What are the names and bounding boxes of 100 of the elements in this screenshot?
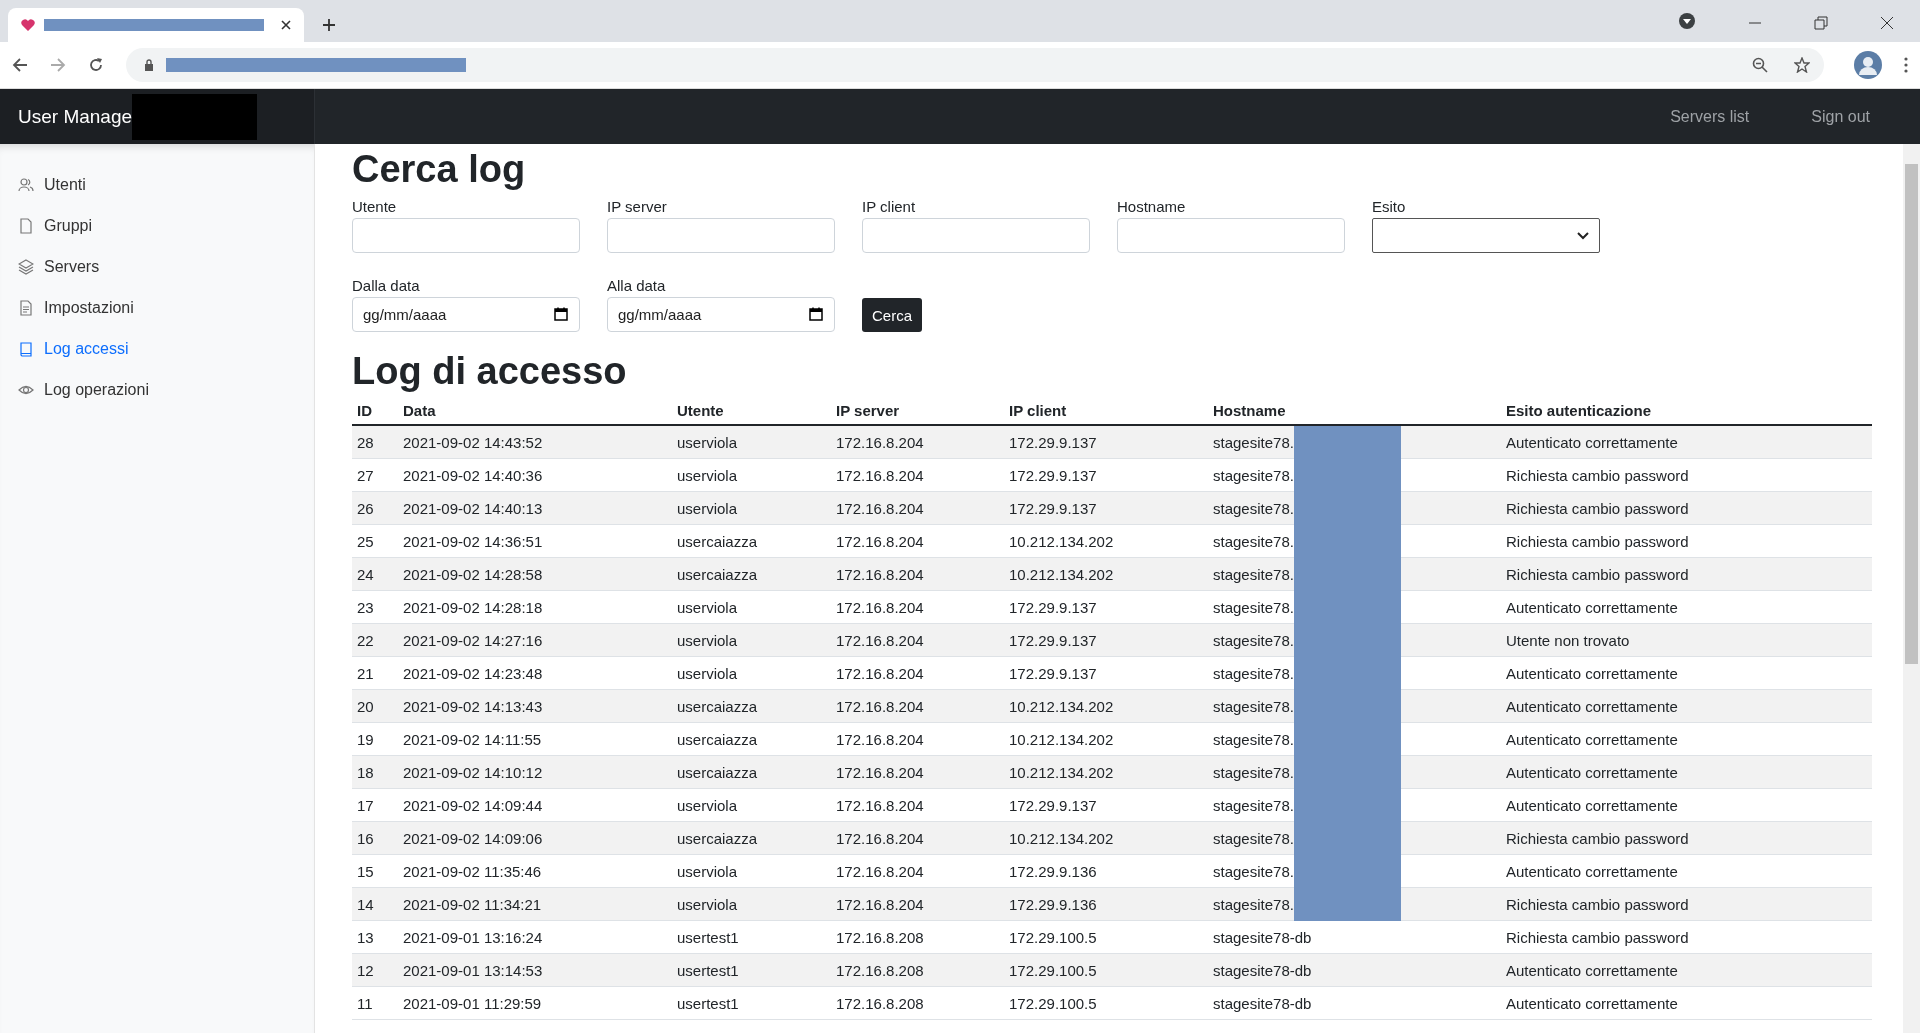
table-cell: 172.16.8.204 bbox=[831, 524, 1004, 558]
table-cell: 172.29.9.137 bbox=[1004, 425, 1208, 459]
table-cell: 2021-09-01 13:16:24 bbox=[398, 920, 672, 954]
input-field[interactable] bbox=[607, 218, 835, 253]
table-cell: 172.29.100.5 bbox=[1004, 953, 1208, 987]
table-cell-text: stagesite78. bbox=[1212, 796, 1294, 814]
table-cell: 10.212.134.202 bbox=[1004, 524, 1208, 558]
table-cell: Autenticato correttamente bbox=[1501, 953, 1872, 987]
table-cell: usertest1 bbox=[672, 953, 831, 987]
nav-link[interactable]: Servers list bbox=[1670, 107, 1750, 126]
input-field[interactable] bbox=[1117, 218, 1345, 253]
scrollbar[interactable] bbox=[1903, 144, 1920, 1033]
table-cell: 10.212.134.202 bbox=[1004, 821, 1208, 855]
table-cell: 2021-09-02 14:09:44 bbox=[398, 788, 672, 822]
close-icon[interactable] bbox=[1880, 16, 1894, 30]
table-cell: 22 bbox=[352, 623, 398, 657]
table-cell: usercaiazza bbox=[672, 524, 831, 558]
sidebar-item[interactable]: Log accessi bbox=[0, 328, 314, 369]
nav-link[interactable]: Sign out bbox=[1811, 107, 1870, 126]
back-icon[interactable] bbox=[12, 57, 28, 73]
sidebar-item[interactable]: Utenti bbox=[0, 164, 314, 205]
table-cell: 172.16.8.204 bbox=[831, 425, 1004, 459]
table-cell: Autenticato correttamente bbox=[1501, 425, 1872, 459]
table-cell: 28 bbox=[352, 425, 398, 459]
table-cell: 23 bbox=[352, 590, 398, 624]
table-cell: 2021-09-02 14:28:58 bbox=[398, 557, 672, 591]
file-text-icon bbox=[18, 299, 34, 316]
table-cell: 172.29.100.5 bbox=[1004, 986, 1208, 1020]
table-cell: 2021-09-01 11:29:59 bbox=[398, 986, 672, 1020]
restore-icon[interactable] bbox=[1814, 16, 1828, 30]
table-cell: 10.212.134.202 bbox=[1004, 755, 1208, 789]
table-cell: userviola bbox=[672, 425, 831, 459]
table-cell: 13 bbox=[352, 920, 398, 954]
table-cell-text: stagesite78. bbox=[1212, 730, 1294, 748]
table-cell: 172.29.9.137 bbox=[1004, 590, 1208, 624]
table-cell: userviola bbox=[672, 887, 831, 921]
table-cell: 2021-09-02 11:35:46 bbox=[398, 854, 672, 888]
field-label: Esito bbox=[1372, 198, 1407, 215]
table-cell: 172.29.9.137 bbox=[1004, 458, 1208, 492]
date-field[interactable]: gg/mm/aaaa bbox=[607, 297, 835, 332]
calendar-icon[interactable] bbox=[554, 307, 568, 321]
app-brand[interactable]: User Manage bbox=[18, 105, 133, 128]
table-cell: 172.16.8.204 bbox=[831, 788, 1004, 822]
close-icon[interactable] bbox=[280, 19, 292, 31]
reload-icon[interactable] bbox=[88, 57, 104, 73]
input-field[interactable] bbox=[862, 218, 1090, 253]
table-cell: usercaiazza bbox=[672, 689, 831, 723]
table-cell: usercaiazza bbox=[672, 557, 831, 591]
sidebar-item[interactable]: Impostazioni bbox=[0, 287, 314, 328]
table-cell: 25 bbox=[352, 524, 398, 558]
table-cell-text: stagesite78. bbox=[1212, 433, 1294, 451]
table-cell: 2021-09-02 14:11:55 bbox=[398, 722, 672, 756]
dropdown-icon[interactable] bbox=[1678, 12, 1696, 30]
calendar-icon[interactable] bbox=[809, 307, 823, 321]
table-cell: userviola bbox=[672, 656, 831, 690]
kebab-menu-icon[interactable] bbox=[1904, 57, 1908, 73]
star-icon[interactable] bbox=[1794, 57, 1810, 73]
table-cell: Richiesta cambio password bbox=[1501, 557, 1872, 591]
table-cell: 16 bbox=[352, 821, 398, 855]
table-cell: Autenticato correttamente bbox=[1501, 689, 1872, 723]
table-cell: 172.29.100.5 bbox=[1004, 920, 1208, 954]
table-cell: 14 bbox=[352, 887, 398, 921]
table-cell-text: stagesite78-db bbox=[1212, 928, 1312, 946]
table-cell: 21 bbox=[352, 656, 398, 690]
table-cell: 26 bbox=[352, 491, 398, 525]
table-cell: 15 bbox=[352, 854, 398, 888]
heart-icon bbox=[20, 17, 36, 33]
field-label: Dalla data bbox=[352, 277, 421, 294]
address-bar[interactable] bbox=[126, 48, 1824, 82]
table-cell: 172.29.9.137 bbox=[1004, 788, 1208, 822]
table-cell: 18 bbox=[352, 755, 398, 789]
book-icon bbox=[18, 340, 34, 357]
date-field[interactable]: gg/mm/aaaa bbox=[352, 297, 580, 332]
input-field[interactable] bbox=[352, 218, 580, 253]
table-cell: 10.212.134.202 bbox=[1004, 689, 1208, 723]
table-cell: 24 bbox=[352, 557, 398, 591]
table-cell-text: stagesite78. bbox=[1212, 466, 1294, 484]
table-cell: 172.16.8.204 bbox=[831, 458, 1004, 492]
sidebar-item[interactable]: Log operazioni bbox=[0, 369, 314, 410]
plus-icon[interactable] bbox=[322, 18, 336, 32]
table-cell: userviola bbox=[672, 788, 831, 822]
zoom-out-icon[interactable] bbox=[1752, 57, 1768, 73]
table-cell: 2021-09-02 14:23:48 bbox=[398, 656, 672, 690]
section-title: Log di accesso bbox=[352, 349, 628, 390]
search-button[interactable]: Cerca bbox=[862, 298, 922, 332]
sidebar-item[interactable]: Servers bbox=[0, 246, 314, 287]
table-cell: 172.16.8.204 bbox=[831, 722, 1004, 756]
avatar-icon[interactable] bbox=[1854, 51, 1882, 79]
table-cell: 11 bbox=[352, 986, 398, 1020]
table-cell: 172.16.8.204 bbox=[831, 689, 1004, 723]
table-cell: 10.212.134.202 bbox=[1004, 722, 1208, 756]
table-cell: 172.29.9.136 bbox=[1004, 887, 1208, 921]
table-cell: 12 bbox=[352, 953, 398, 987]
table-cell: Autenticato correttamente bbox=[1501, 656, 1872, 690]
table-cell: userviola bbox=[672, 590, 831, 624]
table-cell: Richiesta cambio password bbox=[1501, 524, 1872, 558]
sidebar-item[interactable]: Gruppi bbox=[0, 205, 314, 246]
table-cell-text: stagesite78. bbox=[1212, 862, 1294, 880]
table-cell-text: stagesite78. bbox=[1212, 664, 1294, 682]
select-field[interactable] bbox=[1372, 218, 1600, 253]
